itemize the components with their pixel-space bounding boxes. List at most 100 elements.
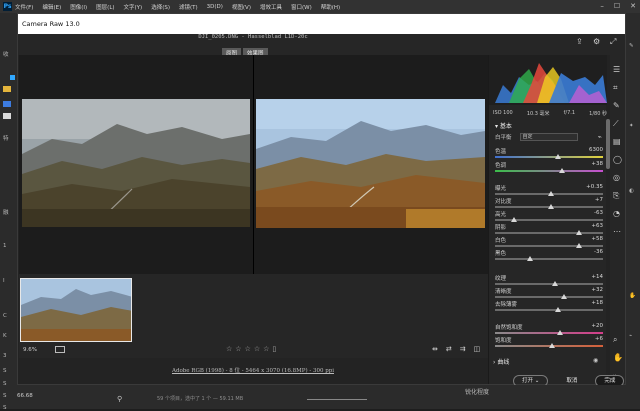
slider-thumb[interactable] [526, 256, 533, 261]
slider-track[interactable] [495, 309, 603, 311]
eyedropper-icon[interactable]: ⌁ [629, 333, 632, 339]
menu-plugins[interactable]: 增效工具 [260, 3, 282, 11]
heal-icon[interactable]: ✎ [613, 101, 620, 110]
slider-thumb[interactable] [554, 307, 561, 312]
slider-blacks[interactable]: 黑色 -36 [495, 249, 603, 265]
menu-3d[interactable]: 3D(D) [207, 4, 223, 10]
slider-thumb[interactable] [576, 243, 583, 248]
slider-value[interactable]: +20 [591, 323, 603, 329]
file-info-link[interactable]: Adobe RGB (1998) - 8 位 - 5464 x 3070 (16… [18, 366, 488, 374]
sliders-icon[interactable]: ☰ [613, 65, 620, 74]
adjust-icon[interactable]: ◐ [629, 188, 634, 194]
before-after-icon[interactable]: ⇹ [432, 345, 438, 353]
pen-icon[interactable]: ✎ [629, 43, 634, 49]
star-icon[interactable]: ☆ [235, 345, 241, 353]
slider-value[interactable]: 6300 [589, 147, 603, 153]
slider-thumb[interactable] [548, 204, 555, 209]
slider-value[interactable]: +7 [595, 197, 603, 203]
folder-icon[interactable] [3, 101, 11, 107]
ps-zoom-value[interactable]: 66.68 [17, 393, 33, 399]
snapshot-icon[interactable]: ⎘ [613, 191, 619, 201]
slider-value[interactable]: +14 [591, 274, 603, 280]
zoom-level[interactable]: 9.6% [23, 347, 37, 353]
filmstrip-thumbnail[interactable] [20, 278, 132, 342]
toggle-default-icon[interactable]: ◫ [474, 345, 481, 353]
compare-divider[interactable] [253, 55, 254, 291]
slider-value[interactable]: +6 [595, 336, 603, 342]
slider-thumb[interactable] [576, 230, 583, 235]
slider-dehaze[interactable]: 去除薄雾 +18 [495, 300, 603, 316]
slider-value[interactable]: -63 [594, 210, 603, 216]
gear-icon[interactable]: ⚙ [593, 37, 600, 46]
slider-tint[interactable]: 色调 +38 [495, 161, 603, 177]
gradient-icon[interactable]: ▤ [613, 137, 621, 146]
layer-icon[interactable] [10, 75, 15, 80]
curve-section-header[interactable]: › 曲线 [493, 357, 509, 366]
menu-image[interactable]: 图像(I) [70, 3, 87, 11]
slider-value[interactable]: +63 [591, 223, 603, 229]
menu-filter[interactable]: 滤镜(T) [179, 3, 198, 11]
slider-track[interactable] [495, 283, 603, 285]
pin-icon[interactable]: ⚲ [117, 395, 122, 403]
slider-thumb[interactable] [549, 343, 556, 348]
file-icon[interactable] [3, 113, 11, 119]
grid-icon[interactable] [55, 346, 65, 353]
slider-value[interactable]: -36 [594, 249, 603, 255]
menu-layer[interactable]: 图层(L) [96, 3, 114, 11]
thumbnail-size-slider[interactable] [307, 399, 367, 400]
star-icon[interactable]: ☆ [263, 345, 269, 353]
slider-saturation[interactable]: 饱和度 +6 [495, 336, 603, 352]
brush-icon[interactable]: ✦ [629, 123, 634, 129]
slider-thumb[interactable] [556, 330, 563, 335]
slider-thumb[interactable] [548, 191, 555, 196]
star-icon[interactable]: ☆ [254, 345, 260, 353]
brush-icon[interactable]: ⟋ [613, 119, 619, 129]
slider-track[interactable] [495, 232, 603, 234]
star-icon[interactable]: ☆ [245, 345, 251, 353]
wb-select[interactable]: 自定 [519, 133, 578, 141]
slider-track[interactable] [495, 156, 603, 158]
menu-file[interactable]: 文件(F) [15, 3, 33, 11]
maximize-icon[interactable]: ☐ [614, 2, 620, 10]
menu-help[interactable]: 帮助(H) [321, 3, 340, 11]
slider-track[interactable] [495, 245, 603, 247]
slider-thumb[interactable] [511, 217, 518, 222]
trash-icon[interactable]: ▯ [272, 345, 276, 353]
menu-edit[interactable]: 编辑(E) [42, 3, 61, 11]
minimize-icon[interactable]: – [600, 2, 604, 10]
redeye-icon[interactable]: ◎ [613, 173, 620, 182]
export-icon[interactable]: ⇪ [576, 37, 583, 46]
menu-type[interactable]: 文字(Y) [124, 3, 143, 11]
preset-icon[interactable]: ◔ [613, 209, 620, 218]
star-icon[interactable]: ☆ [226, 345, 232, 353]
after-photo[interactable] [256, 99, 485, 228]
slider-thumb[interactable] [554, 154, 561, 159]
folder-icon[interactable] [3, 86, 11, 92]
fullscreen-icon[interactable]: ⤢ [610, 37, 616, 47]
eye-icon[interactable]: ◉ [593, 357, 598, 364]
hand-icon[interactable]: ✋ [613, 353, 623, 362]
slider-track[interactable] [495, 332, 603, 334]
slider-value[interactable]: +0.35 [586, 184, 603, 190]
close-icon[interactable]: ✕ [630, 2, 636, 10]
slider-thumb[interactable] [558, 168, 565, 173]
radial-icon[interactable]: ◯ [613, 155, 622, 164]
copy-settings-icon[interactable]: ⇉ [460, 345, 466, 353]
eyedropper-icon[interactable]: ⌁ [598, 133, 602, 141]
menu-select[interactable]: 选择(S) [151, 3, 170, 11]
basic-section-header[interactable]: ▾ 基本 [495, 121, 512, 130]
slider-thumb[interactable] [552, 281, 559, 286]
slider-value[interactable]: +38 [591, 161, 603, 167]
more-icon[interactable]: ⋯ [613, 227, 621, 236]
zoom-icon[interactable]: ⌕ [613, 335, 617, 345]
menu-view[interactable]: 视图(V) [232, 3, 251, 11]
slider-thumb[interactable] [561, 294, 568, 299]
slider-track[interactable] [495, 258, 603, 260]
crop-icon[interactable]: ⌗ [613, 83, 618, 93]
swap-icon[interactable]: ⇄ [446, 345, 452, 353]
slider-value[interactable]: +32 [591, 287, 603, 293]
slider-track[interactable] [495, 170, 603, 172]
menu-window[interactable]: 窗口(W) [291, 3, 312, 11]
slider-value[interactable]: +58 [591, 236, 603, 242]
slider-track[interactable] [495, 296, 603, 298]
